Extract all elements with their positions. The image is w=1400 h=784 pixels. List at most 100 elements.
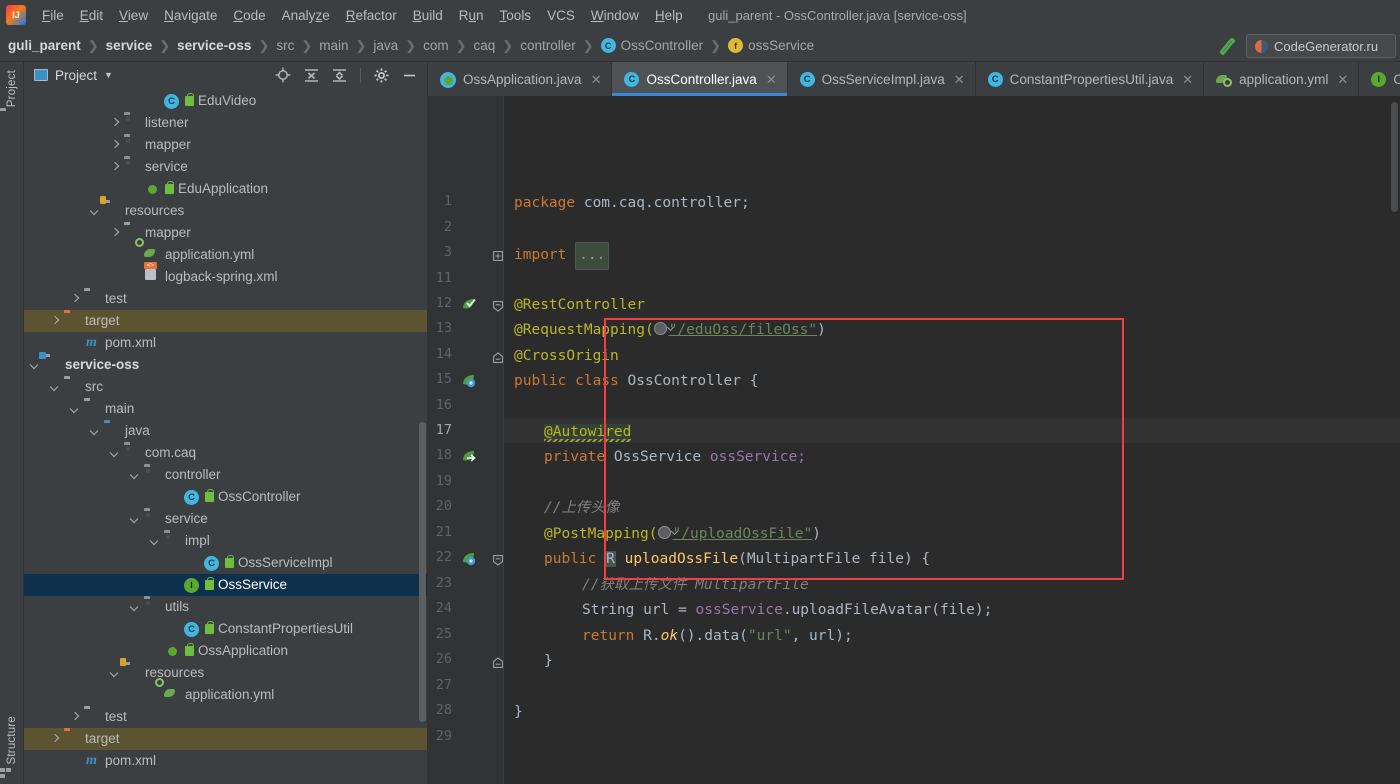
editor-tab-oss[interactable]: IOss bbox=[1359, 62, 1400, 96]
tree-item-pom-xml[interactable]: mpom.xml bbox=[24, 332, 427, 354]
spring-bean-gutter-icon[interactable] bbox=[460, 297, 477, 314]
menu-file[interactable]: File bbox=[34, 4, 72, 27]
tree-item-ossservice[interactable]: IOssService bbox=[24, 574, 427, 596]
menu-help[interactable]: Help bbox=[647, 4, 691, 27]
tool-window-project[interactable]: Project bbox=[0, 70, 24, 111]
spring-bean-gutter-icon[interactable] bbox=[460, 373, 477, 390]
menu-run[interactable]: Run bbox=[451, 4, 492, 27]
collapse-fold-icon[interactable] bbox=[493, 656, 503, 666]
close-icon[interactable]: ✕ bbox=[766, 73, 777, 86]
web-globe-icon[interactable] bbox=[654, 322, 669, 337]
chevron-right-icon[interactable] bbox=[70, 294, 81, 305]
tree-item-pom-xml[interactable]: mpom.xml bbox=[24, 750, 427, 772]
chevron-down-icon[interactable] bbox=[150, 536, 161, 547]
tree-item-resources[interactable]: resources bbox=[24, 200, 427, 222]
editor-scrollbar[interactable] bbox=[1391, 102, 1398, 212]
collapse-fold-icon[interactable] bbox=[493, 300, 503, 310]
breadcrumb-item-service[interactable]: service bbox=[106, 38, 153, 53]
editor-tab-ossapplication-java[interactable]: OssApplication.java✕ bbox=[428, 62, 612, 96]
tree-item-mapper[interactable]: mapper bbox=[24, 134, 427, 156]
close-icon[interactable]: ✕ bbox=[1337, 73, 1348, 86]
tree-item-service[interactable]: service bbox=[24, 508, 427, 530]
menu-vcs[interactable]: VCS bbox=[539, 4, 583, 27]
breadcrumb-item-java[interactable]: java bbox=[373, 38, 398, 53]
breadcrumb-item-main[interactable]: main bbox=[319, 38, 348, 53]
chevron-down-icon[interactable] bbox=[130, 514, 141, 525]
menu-code[interactable]: Code bbox=[225, 4, 273, 27]
chevron-down-icon[interactable] bbox=[90, 426, 101, 437]
breadcrumb-item-osscontroller[interactable]: C OssController bbox=[601, 38, 704, 53]
tree-item-osscontroller[interactable]: COssController bbox=[24, 486, 427, 508]
tree-item-application-yml[interactable]: application.yml bbox=[24, 244, 427, 266]
close-icon[interactable]: ✕ bbox=[1182, 73, 1193, 86]
breadcrumb-item-com[interactable]: com bbox=[423, 38, 449, 53]
tree-item-eduapplication[interactable]: EduApplication bbox=[24, 178, 427, 200]
chevron-right-icon[interactable] bbox=[110, 140, 121, 151]
chevron-right-icon[interactable] bbox=[50, 316, 61, 327]
tree-item-listener[interactable]: listener bbox=[24, 112, 427, 134]
breadcrumb-item-service-oss[interactable]: service-oss bbox=[177, 38, 251, 53]
editor-tab-constantpropertiesutil-java[interactable]: CConstantPropertiesUtil.java✕ bbox=[976, 62, 1204, 96]
tree-item-impl[interactable]: impl bbox=[24, 530, 427, 552]
tree-item-service-oss[interactable]: service-oss bbox=[24, 354, 427, 376]
tree-item-application-yml[interactable]: application.yml bbox=[24, 684, 427, 706]
tree-item-test[interactable]: test bbox=[24, 288, 427, 310]
collapse-fold-icon[interactable] bbox=[493, 554, 503, 564]
fold-strip[interactable] bbox=[492, 96, 504, 784]
spring-bean-gutter-icon[interactable] bbox=[460, 551, 477, 568]
folded-imports[interactable]: ... bbox=[575, 242, 609, 270]
chevron-down-icon[interactable] bbox=[110, 448, 121, 459]
menu-build[interactable]: Build bbox=[405, 4, 451, 27]
chevron-down-icon[interactable] bbox=[70, 404, 81, 415]
chevron-down-icon[interactable] bbox=[90, 206, 101, 217]
close-icon[interactable]: ✕ bbox=[954, 73, 965, 86]
tree-item-service[interactable]: service bbox=[24, 156, 427, 178]
chevron-down-icon[interactable]: ▼ bbox=[104, 70, 113, 80]
tree-item-com-caq[interactable]: com.caq bbox=[24, 442, 427, 464]
chevron-right-icon[interactable] bbox=[110, 162, 121, 173]
menu-refactor[interactable]: Refactor bbox=[338, 4, 405, 27]
hammer-icon[interactable] bbox=[1216, 35, 1238, 57]
menu-view[interactable]: View bbox=[111, 4, 156, 27]
locate-icon[interactable] bbox=[275, 67, 291, 83]
tree-item-src[interactable]: src bbox=[24, 376, 427, 398]
chevron-down-icon[interactable] bbox=[30, 360, 41, 371]
menu-edit[interactable]: Edit bbox=[72, 4, 111, 27]
breadcrumb-item-ossservice[interactable]: f ossService bbox=[728, 38, 814, 53]
chevron-right-icon[interactable] bbox=[70, 712, 81, 723]
web-globe-icon[interactable] bbox=[658, 526, 673, 541]
menu-analyze[interactable]: Analyze bbox=[274, 4, 338, 27]
breadcrumb-item-src[interactable]: src bbox=[276, 38, 294, 53]
breadcrumb-item-caq[interactable]: caq bbox=[474, 38, 496, 53]
editor-tab-osscontroller-java[interactable]: COssController.java✕ bbox=[612, 62, 787, 96]
run-configuration-selector[interactable]: CodeGenerator.ru bbox=[1246, 34, 1396, 58]
tree-item-test[interactable]: test bbox=[24, 706, 427, 728]
tree-item-utils[interactable]: utils bbox=[24, 596, 427, 618]
spring-bean-gutter-icon[interactable] bbox=[460, 449, 477, 466]
tree-item-main[interactable]: main bbox=[24, 398, 427, 420]
breadcrumb-item-controller[interactable]: controller bbox=[520, 38, 576, 53]
tree-item-constantpropertiesutil[interactable]: CConstantPropertiesUtil bbox=[24, 618, 427, 640]
tree-item-target[interactable]: target bbox=[24, 310, 427, 332]
menu-tools[interactable]: Tools bbox=[492, 4, 540, 27]
tree-item-controller[interactable]: controller bbox=[24, 464, 427, 486]
editor-tab-ossserviceimpl-java[interactable]: COssServiceImpl.java✕ bbox=[788, 62, 976, 96]
tree-item-target[interactable]: target bbox=[24, 728, 427, 750]
project-tree[interactable]: CEduVideolistenermapperserviceEduApplica… bbox=[24, 88, 427, 784]
editor-tab-application-yml[interactable]: application.yml✕ bbox=[1204, 62, 1359, 96]
expand-fold-icon[interactable] bbox=[493, 249, 503, 259]
chevron-right-icon[interactable] bbox=[110, 228, 121, 239]
tree-item-java[interactable]: java bbox=[24, 420, 427, 442]
tree-item-logback-spring-xml[interactable]: <>logback-spring.xml bbox=[24, 266, 427, 288]
collapse-fold-icon[interactable] bbox=[493, 351, 503, 361]
tree-item-ossapplication[interactable]: OssApplication bbox=[24, 640, 427, 662]
hide-icon[interactable] bbox=[402, 68, 417, 83]
tree-item-resources[interactable]: resources bbox=[24, 662, 427, 684]
breadcrumb-item-guli_parent[interactable]: guli_parent bbox=[8, 38, 81, 53]
chevron-right-icon[interactable] bbox=[50, 734, 61, 745]
gear-icon[interactable] bbox=[374, 68, 389, 83]
tool-window-structure[interactable]: Structure bbox=[0, 716, 24, 768]
expand-all-icon[interactable] bbox=[304, 68, 319, 83]
editor-gutter[interactable]: 1231112131415161718192021222324252627282… bbox=[428, 96, 492, 784]
chevron-down-icon[interactable] bbox=[50, 382, 61, 393]
